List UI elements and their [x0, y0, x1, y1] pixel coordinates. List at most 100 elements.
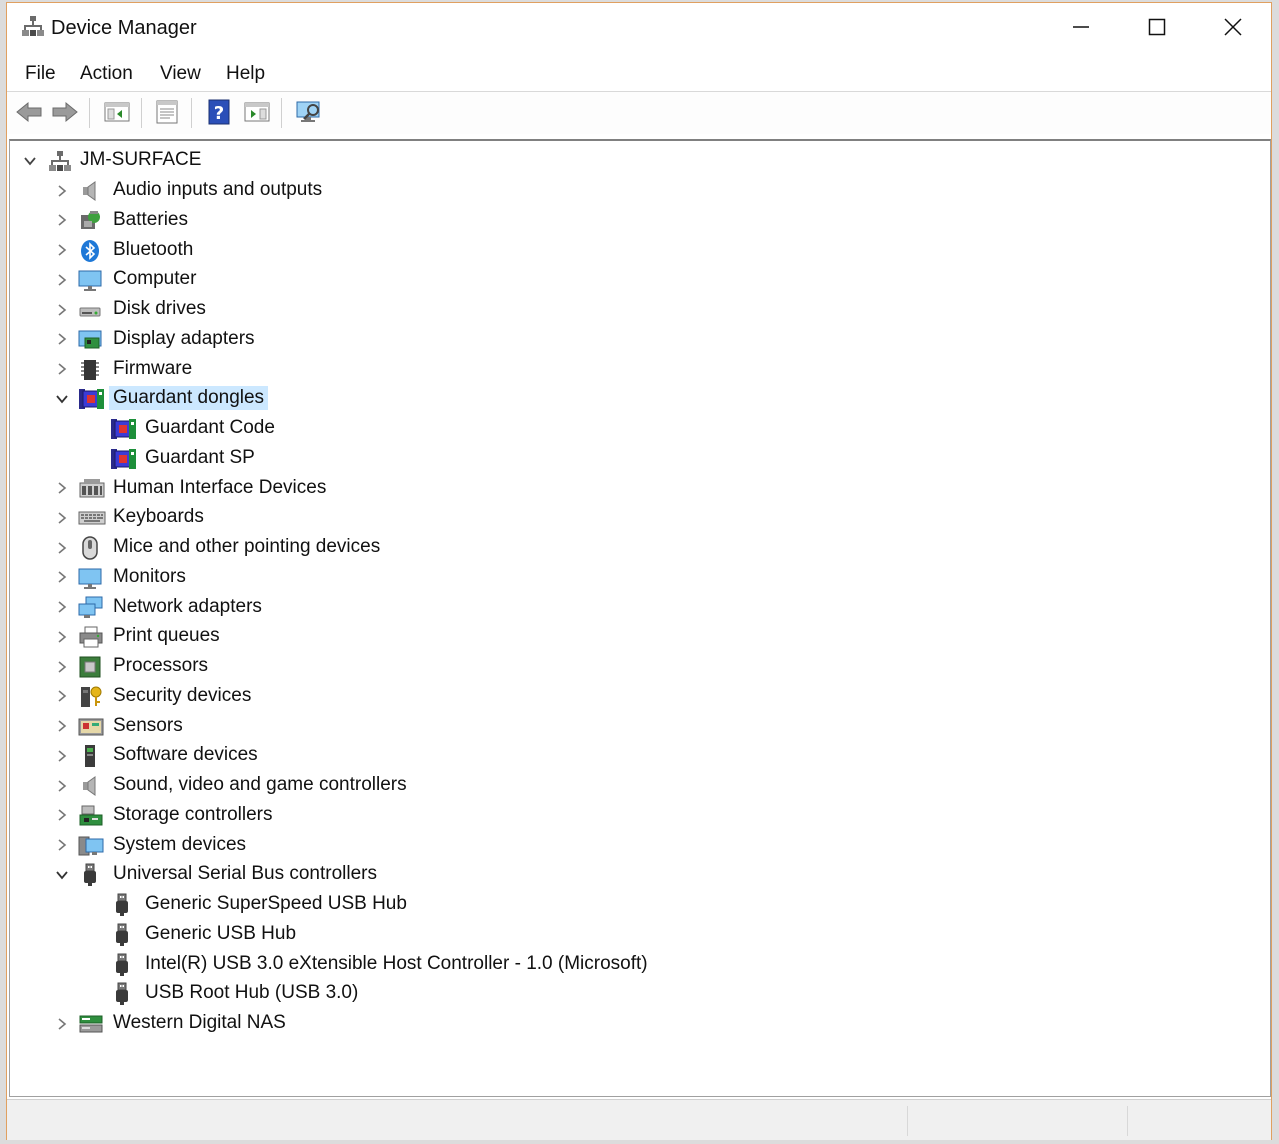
expand-chevron-icon [58, 184, 67, 197]
title-bar[interactable]: Device Manager [7, 3, 1271, 53]
tree-node-label: Audio inputs and outputs [113, 179, 323, 200]
tree-node-label: Sound, video and game controllers [113, 774, 407, 795]
tree-category-storage-controllers[interactable]: Storage controllers [52, 801, 752, 830]
tree-category-sensors[interactable]: Sensors [52, 712, 752, 741]
expand-chevron-icon [58, 690, 67, 702]
collapse-chevron-icon[interactable] [20, 146, 40, 175]
forward-icon [52, 101, 78, 123]
tree-category-human-interface-devices[interactable]: Human Interface Devices [52, 474, 752, 503]
storage-controller-icon [78, 804, 103, 828]
expand-chevron-icon[interactable] [52, 176, 72, 205]
tree-category-sound-video-and-game-controllers[interactable]: Sound, video and game controllers [52, 771, 752, 800]
tree-device-guardant-sp[interactable]: Guardant SP [84, 444, 784, 473]
usb-icon [78, 863, 102, 887]
tree-device-generic-superspeed-usb-hub[interactable]: Generic SuperSpeed USB Hub [84, 890, 784, 919]
menu-help[interactable]: Help [222, 61, 269, 87]
usb-icon [110, 923, 134, 947]
tree-category-universal-serial-bus-controllers[interactable]: Universal Serial Bus controllers [52, 860, 752, 889]
show-action-pane-icon [244, 102, 270, 122]
tree-category-print-queues[interactable]: Print queues [52, 622, 752, 651]
tree-category-disk-drives[interactable]: Disk drives [52, 295, 752, 324]
tree-node-label: Computer [113, 268, 197, 290]
tree-category-monitors[interactable]: Monitors [52, 563, 752, 592]
minimize-button[interactable] [1043, 3, 1119, 51]
monitor-icon [78, 566, 102, 590]
collapse-chevron-icon[interactable] [52, 860, 72, 889]
tree-node-label: Print queues [113, 625, 220, 647]
menu-action[interactable]: Action [76, 61, 137, 87]
expand-chevron-icon [58, 214, 67, 226]
expand-chevron-icon [58, 303, 67, 316]
expand-chevron-icon[interactable] [52, 712, 72, 741]
tree-category-security-devices[interactable]: Security devices [52, 682, 752, 711]
scan-hardware-changes-button[interactable] [293, 96, 325, 128]
collapse-chevron-icon[interactable] [52, 384, 72, 413]
device-tree[interactable]: JM-SURFACE Audio inputs and outputs Batte… [9, 139, 1271, 1097]
security-device-icon [78, 685, 102, 709]
expand-chevron-icon[interactable] [52, 206, 72, 235]
tree-node-label: Network adapters [113, 595, 262, 617]
help-button[interactable]: ? [203, 96, 235, 128]
tree-category-audio-inputs-and-outputs[interactable]: Audio inputs and outputs [52, 176, 752, 205]
battery-icon [78, 209, 102, 233]
usb-icon [110, 893, 134, 917]
expand-chevron-icon [58, 571, 67, 583]
expand-chevron-icon[interactable] [52, 801, 72, 830]
tree-root[interactable]: JM-SURFACE [20, 146, 420, 175]
expand-chevron-icon[interactable] [52, 1009, 72, 1038]
show-hide-console-tree-button[interactable] [101, 96, 133, 128]
maximize-button[interactable] [1119, 3, 1195, 51]
expand-chevron-icon [58, 720, 67, 732]
computer-icon [78, 268, 102, 292]
maximize-icon [1148, 18, 1166, 36]
tree-category-display-adapters[interactable]: Display adapters [52, 325, 752, 354]
properties-icon [156, 100, 178, 124]
show-action-pane-button[interactable] [241, 96, 273, 128]
tree-device-usb-root-hub-usb-3-0[interactable]: USB Root Hub (USB 3.0) [84, 979, 784, 1008]
display-adapter-icon [78, 328, 102, 352]
tree-category-guardant-dongles[interactable]: Guardant dongles [52, 384, 752, 413]
expand-chevron-icon[interactable] [52, 563, 72, 592]
expand-chevron-icon[interactable] [52, 325, 72, 354]
expand-chevron-icon[interactable] [52, 622, 72, 651]
tree-device-generic-usb-hub[interactable]: Generic USB Hub [84, 920, 784, 949]
tree-category-mice-and-other-pointing-devices[interactable]: Mice and other pointing devices [52, 533, 752, 562]
expand-chevron-icon [58, 333, 67, 345]
back-button[interactable] [13, 96, 45, 128]
close-button[interactable] [1195, 3, 1271, 51]
tree-category-processors[interactable]: Processors [52, 652, 752, 681]
expand-chevron-icon [58, 601, 67, 613]
tree-category-bluetooth[interactable]: Bluetooth [52, 236, 752, 265]
tree-category-computer[interactable]: Computer [52, 265, 752, 294]
menu-file[interactable]: File [21, 61, 60, 87]
tree-category-firmware[interactable]: Firmware [52, 355, 752, 384]
tree-category-software-devices[interactable]: Software devices [52, 741, 752, 770]
tree-category-keyboards[interactable]: Keyboards [52, 503, 752, 532]
expand-chevron-icon[interactable] [52, 533, 72, 562]
properties-button[interactable] [151, 96, 183, 128]
expand-chevron-icon[interactable] [52, 295, 72, 324]
tree-node-label: Bluetooth [113, 238, 194, 260]
expand-chevron-icon[interactable] [52, 355, 72, 384]
expand-chevron-icon[interactable] [52, 503, 72, 532]
expand-chevron-icon[interactable] [52, 741, 72, 770]
tree-category-western-digital-nas[interactable]: Western Digital NAS [52, 1009, 752, 1038]
expand-chevron-icon [58, 244, 67, 256]
expand-chevron-icon[interactable] [52, 265, 72, 294]
tree-category-network-adapters[interactable]: Network adapters [52, 593, 752, 622]
expand-chevron-icon[interactable] [52, 236, 72, 265]
tree-category-system-devices[interactable]: System devices [52, 831, 752, 860]
expand-chevron-icon[interactable] [52, 682, 72, 711]
forward-button[interactable] [49, 96, 81, 128]
expand-chevron-icon[interactable] [52, 771, 72, 800]
tree-category-batteries[interactable]: Batteries [52, 206, 752, 235]
tree-device-intel-r-usb-3-0-extensible-host-controller-1-0-microsoft[interactable]: Intel(R) USB 3.0 eXtensible Host Control… [84, 950, 784, 979]
tree-node-label: Disk drives [113, 298, 206, 319]
expand-chevron-icon[interactable] [52, 831, 72, 860]
expand-chevron-icon[interactable] [52, 593, 72, 622]
tree-device-guardant-code[interactable]: Guardant Code [84, 414, 784, 443]
expand-chevron-icon[interactable] [52, 474, 72, 503]
menu-view[interactable]: View [156, 61, 205, 87]
expand-chevron-icon[interactable] [52, 652, 72, 681]
bluetooth-icon [78, 239, 102, 263]
